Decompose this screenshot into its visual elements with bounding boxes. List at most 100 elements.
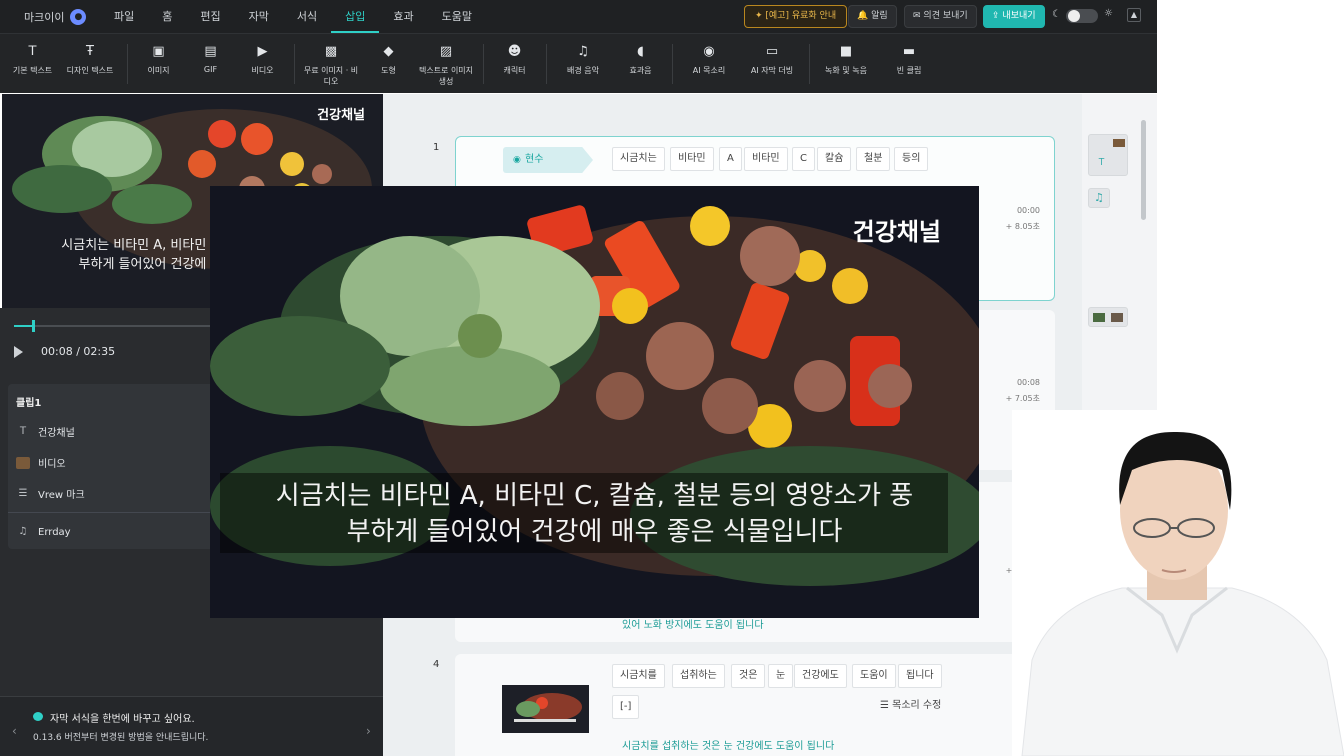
word-chip[interactable]: [-] xyxy=(612,695,640,719)
tool-label: 효과음 xyxy=(629,66,652,75)
tool-ai-dubbing[interactable]: ▭ AI 자막 더빙 xyxy=(742,34,802,76)
menu-edit[interactable]: 편집 xyxy=(186,0,234,33)
word-chip[interactable]: 칼슘 xyxy=(817,147,852,171)
tool-design-text[interactable]: Ŧ 디자인 텍스트 xyxy=(60,34,120,76)
music-icon: ♫ xyxy=(577,44,589,59)
text-icon: Ｔ xyxy=(1097,158,1107,168)
image-icon: ▣ xyxy=(152,44,165,59)
tool-bgm[interactable]: ♫ 배경 음악 xyxy=(553,34,613,76)
play-icon[interactable] xyxy=(14,346,23,358)
voice-edit-button[interactable]: ☰ 목소리 수정 xyxy=(872,694,949,718)
speaker-tag[interactable]: ◉ 현수 xyxy=(503,147,593,173)
tip-body: 0.13.6 버전부터 변경된 방법을 안내드립니다. xyxy=(33,733,209,743)
word-chip[interactable]: 등의 xyxy=(894,147,929,171)
chevron-right-icon[interactable]: › xyxy=(366,724,371,738)
word-chip[interactable]: C xyxy=(792,147,815,171)
menu-bar: 마크이이 ● 파일 홈 편집 자막 서식 삽입 효과 도움말 ✦ [예고] 유료… xyxy=(0,0,1157,33)
word-chip[interactable]: 도움이 xyxy=(852,664,896,688)
clip-item-label: 비디오 xyxy=(38,459,66,470)
tool-ai-voice[interactable]: ◉ AI 목소리 xyxy=(679,34,739,76)
speaker-name: 현수 xyxy=(525,154,544,165)
word-chip[interactable]: 비타민 xyxy=(744,147,788,171)
toolbar-divider xyxy=(483,44,484,84)
clip-item-video[interactable]: 비디오 xyxy=(16,455,66,470)
word-chip[interactable]: 눈 xyxy=(768,664,794,688)
account-menu[interactable]: 마크이이 ● xyxy=(0,8,100,25)
word-chip[interactable]: 건강에도 xyxy=(794,664,847,688)
tool-basic-text[interactable]: Ｔ 기본 텍스트 xyxy=(8,34,57,76)
ai-dubbing-icon: ▭ xyxy=(765,44,779,59)
clip-start-time: 00:00 xyxy=(1016,206,1040,215)
video-icon: ▶ xyxy=(257,44,268,59)
tool-label: 텍스트로 이미지 생성 xyxy=(418,66,474,86)
image-thumb-icon xyxy=(1111,313,1123,322)
menu-help[interactable]: 도움말 xyxy=(428,0,486,33)
tool-record[interactable]: ■ 녹화 및 녹음 xyxy=(816,34,876,76)
clip-item-music[interactable]: ♫ Errday xyxy=(16,526,71,538)
tool-label: 기본 텍스트 xyxy=(12,66,53,75)
clip-item-text[interactable]: Ｔ 건강채널 xyxy=(16,424,75,440)
clip-item-watermark[interactable]: ☰ Vrew 마크 xyxy=(16,486,85,502)
tool-text-to-image[interactable]: ▨ 텍스트로 이미지 생성 xyxy=(416,34,476,87)
blank-clip-icon: ▬ xyxy=(902,44,916,59)
toolbar-divider xyxy=(294,44,295,84)
word-chip[interactable]: 섭취하는 xyxy=(672,664,725,688)
tool-label: 비디오 xyxy=(251,66,274,75)
word-chip[interactable]: 시금치를 xyxy=(612,664,665,688)
clip-number: 1 xyxy=(433,142,440,153)
menu-home[interactable]: 홈 xyxy=(148,0,186,33)
tool-shape[interactable]: ◆ 도형 xyxy=(364,34,413,76)
clip-thumbnail[interactable] xyxy=(502,685,589,733)
tool-gif[interactable]: ▤ GIF xyxy=(186,34,235,74)
export-button[interactable]: ⇪ 내보내기 xyxy=(983,5,1045,28)
collapse-toolbar-icon[interactable]: ▲ xyxy=(1127,8,1141,22)
word-chip[interactable]: 비타민 xyxy=(670,147,714,171)
tool-free-media[interactable]: ▩ 무료 이미지 · 비디오 xyxy=(301,34,361,87)
tool-label: 이미지 xyxy=(147,66,170,75)
pricing-notice-button[interactable]: ✦ [예고] 유료화 안내 xyxy=(744,5,848,28)
tool-label: 빈 클립 xyxy=(896,66,922,75)
word-chip[interactable]: 시금치는 xyxy=(612,147,665,171)
alarm-button[interactable]: 🔔 알림 xyxy=(848,5,897,28)
toolbar-divider xyxy=(672,44,673,84)
word-chip[interactable]: 됩니다 xyxy=(898,664,942,688)
mail-icon: ✉ xyxy=(913,11,921,21)
presenter-image xyxy=(1012,410,1344,756)
image-thumb-icon xyxy=(1093,313,1105,322)
tip-banner[interactable]: ‹ 자막 서식을 한번에 바꾸고 싶어요. 0.13.6 버전부터 변경된 방법… xyxy=(0,696,383,756)
side-media-thumbs[interactable]: Ｔ xyxy=(1088,134,1128,176)
video-icon xyxy=(16,456,30,469)
word-chip[interactable]: 철분 xyxy=(856,147,891,171)
side-music[interactable]: ♫ xyxy=(1088,188,1110,208)
menu-insert[interactable]: 삽입 xyxy=(331,0,380,33)
shape-icon: ◆ xyxy=(383,44,394,59)
word-chip[interactable]: A xyxy=(719,147,742,171)
menu-effects[interactable]: 효과 xyxy=(379,0,427,33)
design-text-icon: Ŧ xyxy=(86,44,94,59)
menu-file[interactable]: 파일 xyxy=(100,0,148,33)
theme-toggle[interactable] xyxy=(1066,9,1098,23)
menu-format[interactable]: 서식 xyxy=(283,0,331,33)
toolbar-divider xyxy=(546,44,547,84)
tool-sound-effect[interactable]: ◖ 효과음 xyxy=(616,34,665,76)
character-icon: ☻ xyxy=(507,44,522,59)
chevron-left-icon[interactable]: ‹ xyxy=(12,724,17,738)
editor-scrollbar[interactable] xyxy=(1141,120,1146,220)
tool-video[interactable]: ▶ 비디오 xyxy=(238,34,287,76)
watermark-icon: ☰ xyxy=(18,487,28,499)
clip-subtitle-text[interactable]: 있어 노화 방지에도 도움이 됩니다 xyxy=(622,616,764,631)
tool-character[interactable]: ☻ 캐릭터 xyxy=(490,34,539,76)
seek-handle[interactable] xyxy=(31,320,35,332)
tool-image[interactable]: ▣ 이미지 xyxy=(134,34,183,76)
ai-voice-icon: ◉ xyxy=(703,44,715,59)
alarm-label: 알림 xyxy=(871,11,888,21)
word-chip[interactable]: 것은 xyxy=(731,664,766,688)
side-image-thumbs[interactable] xyxy=(1088,307,1128,327)
menu-subtitle[interactable]: 자막 xyxy=(235,0,283,33)
bell-icon: 🔔 xyxy=(857,11,869,21)
moon-icon: ☾ xyxy=(1052,9,1061,20)
clip-subtitle-text[interactable]: 시금치를 섭취하는 것은 눈 건강에도 도움이 됩니다 xyxy=(622,737,834,752)
feedback-button[interactable]: ✉ 의견 보내기 xyxy=(904,5,977,28)
music-icon: ♫ xyxy=(1094,191,1104,204)
tool-blank-clip[interactable]: ▬ 빈 클립 xyxy=(879,34,939,76)
